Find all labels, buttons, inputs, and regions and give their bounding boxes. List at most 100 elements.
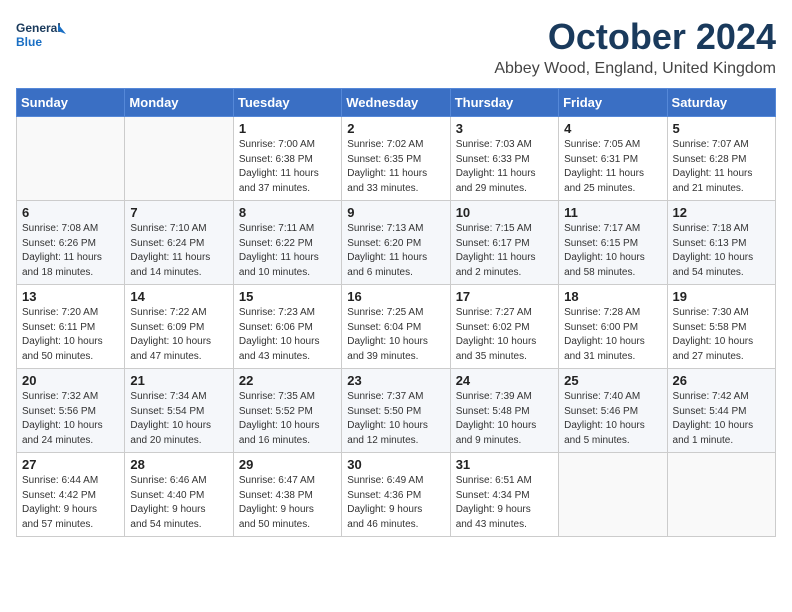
calendar-cell: 23 Sunrise: 7:37 AM Sunset: 5:50 PM Dayli… xyxy=(342,369,450,453)
calendar-cell: 22 Sunrise: 7:35 AM Sunset: 5:52 PM Dayli… xyxy=(233,369,341,453)
day-number: 2 xyxy=(347,121,444,136)
day-info: Sunrise: 7:02 AM Sunset: 6:35 PM Dayligh… xyxy=(347,138,444,196)
day-info: Sunrise: 7:10 AM Sunset: 6:24 PM Dayligh… xyxy=(130,222,227,280)
day-info: Sunrise: 7:27 AM Sunset: 6:02 PM Dayligh… xyxy=(456,306,553,364)
day-number: 23 xyxy=(347,373,444,388)
day-info: Sunrise: 6:49 AM Sunset: 4:36 PM Dayligh… xyxy=(347,474,444,532)
page-title: October 2024 xyxy=(494,16,776,58)
day-number: 4 xyxy=(564,121,661,136)
day-number: 22 xyxy=(239,373,336,388)
page-header: General Blue October 2024 Abbey Wood, En… xyxy=(16,16,776,78)
day-info: Sunrise: 7:07 AM Sunset: 6:28 PM Dayligh… xyxy=(673,138,770,196)
day-number: 30 xyxy=(347,457,444,472)
day-info: Sunrise: 7:40 AM Sunset: 5:46 PM Dayligh… xyxy=(564,390,661,448)
calendar-cell: 5Sunrise: 7:07 AM Sunset: 6:28 PM Daylig… xyxy=(667,117,775,201)
calendar-cell: 12 Sunrise: 7:18 AM Sunset: 6:13 PM Dayli… xyxy=(667,201,775,285)
day-info: Sunrise: 7:37 AM Sunset: 5:50 PM Dayligh… xyxy=(347,390,444,448)
calendar-cell: 21 Sunrise: 7:34 AM Sunset: 5:54 PM Dayli… xyxy=(125,369,233,453)
calendar-cell xyxy=(559,453,667,537)
day-info: Sunrise: 7:34 AM Sunset: 5:54 PM Dayligh… xyxy=(130,390,227,448)
calendar-header-row: SundayMondayTuesdayWednesdayThursdayFrid… xyxy=(17,89,776,117)
day-number: 1 xyxy=(239,121,336,136)
svg-text:General: General xyxy=(16,21,61,35)
day-info: Sunrise: 6:46 AM Sunset: 4:40 PM Dayligh… xyxy=(130,474,227,532)
day-number: 11 xyxy=(564,205,661,220)
day-number: 9 xyxy=(347,205,444,220)
day-info: Sunrise: 6:47 AM Sunset: 4:38 PM Dayligh… xyxy=(239,474,336,532)
calendar-cell: 28 Sunrise: 6:46 AM Sunset: 4:40 PM Dayli… xyxy=(125,453,233,537)
calendar-cell: 10 Sunrise: 7:15 AM Sunset: 6:17 PM Dayli… xyxy=(450,201,558,285)
day-info: Sunrise: 7:03 AM Sunset: 6:33 PM Dayligh… xyxy=(456,138,553,196)
day-number: 31 xyxy=(456,457,553,472)
calendar-cell: 19Sunrise: 7:30 AM Sunset: 5:58 PM Dayli… xyxy=(667,285,775,369)
day-info: Sunrise: 7:15 AM Sunset: 6:17 PM Dayligh… xyxy=(456,222,553,280)
calendar-table: SundayMondayTuesdayWednesdayThursdayFrid… xyxy=(16,88,776,537)
day-number: 12 xyxy=(673,205,770,220)
calendar-cell: 6 Sunrise: 7:08 AM Sunset: 6:26 PM Daylig… xyxy=(17,201,125,285)
day-info: Sunrise: 7:23 AM Sunset: 6:06 PM Dayligh… xyxy=(239,306,336,364)
calendar-cell: 25 Sunrise: 7:40 AM Sunset: 5:46 PM Dayli… xyxy=(559,369,667,453)
day-info: Sunrise: 7:28 AM Sunset: 6:00 PM Dayligh… xyxy=(564,306,661,364)
calendar-cell: 17Sunrise: 7:27 AM Sunset: 6:02 PM Dayli… xyxy=(450,285,558,369)
calendar-cell: 2 Sunrise: 7:02 AM Sunset: 6:35 PM Daylig… xyxy=(342,117,450,201)
calendar-day-header: Monday xyxy=(125,89,233,117)
calendar-cell: 30 Sunrise: 6:49 AM Sunset: 4:36 PM Dayli… xyxy=(342,453,450,537)
day-number: 25 xyxy=(564,373,661,388)
day-info: Sunrise: 7:22 AM Sunset: 6:09 PM Dayligh… xyxy=(130,306,227,364)
day-info: Sunrise: 7:30 AM Sunset: 5:58 PM Dayligh… xyxy=(673,306,770,364)
calendar-cell: 24Sunrise: 7:39 AM Sunset: 5:48 PM Dayli… xyxy=(450,369,558,453)
calendar-cell: 31 Sunrise: 6:51 AM Sunset: 4:34 PM Dayli… xyxy=(450,453,558,537)
calendar-cell xyxy=(667,453,775,537)
calendar-cell: 8 Sunrise: 7:11 AM Sunset: 6:22 PM Daylig… xyxy=(233,201,341,285)
day-number: 18 xyxy=(564,289,661,304)
day-info: Sunrise: 7:17 AM Sunset: 6:15 PM Dayligh… xyxy=(564,222,661,280)
day-number: 28 xyxy=(130,457,227,472)
calendar-cell: 27Sunrise: 6:44 AM Sunset: 4:42 PM Dayli… xyxy=(17,453,125,537)
calendar-week-row: 20Sunrise: 7:32 AM Sunset: 5:56 PM Dayli… xyxy=(17,369,776,453)
calendar-cell: 7 Sunrise: 7:10 AM Sunset: 6:24 PM Daylig… xyxy=(125,201,233,285)
day-number: 16 xyxy=(347,289,444,304)
day-number: 10 xyxy=(456,205,553,220)
day-info: Sunrise: 6:51 AM Sunset: 4:34 PM Dayligh… xyxy=(456,474,553,532)
title-block: October 2024 Abbey Wood, England, United… xyxy=(494,16,776,78)
calendar-cell: 15 Sunrise: 7:23 AM Sunset: 6:06 PM Dayli… xyxy=(233,285,341,369)
day-number: 3 xyxy=(456,121,553,136)
calendar-week-row: 27Sunrise: 6:44 AM Sunset: 4:42 PM Dayli… xyxy=(17,453,776,537)
calendar-cell: 18 Sunrise: 7:28 AM Sunset: 6:00 PM Dayli… xyxy=(559,285,667,369)
page-subtitle: Abbey Wood, England, United Kingdom xyxy=(494,60,776,78)
calendar-day-header: Saturday xyxy=(667,89,775,117)
calendar-cell: 11 Sunrise: 7:17 AM Sunset: 6:15 PM Dayli… xyxy=(559,201,667,285)
day-info: Sunrise: 7:00 AM Sunset: 6:38 PM Dayligh… xyxy=(239,138,336,196)
day-info: Sunrise: 7:25 AM Sunset: 6:04 PM Dayligh… xyxy=(347,306,444,364)
day-info: Sunrise: 7:11 AM Sunset: 6:22 PM Dayligh… xyxy=(239,222,336,280)
day-number: 24 xyxy=(456,373,553,388)
calendar-cell: 20Sunrise: 7:32 AM Sunset: 5:56 PM Dayli… xyxy=(17,369,125,453)
day-number: 7 xyxy=(130,205,227,220)
calendar-cell: 26 Sunrise: 7:42 AM Sunset: 5:44 PM Dayli… xyxy=(667,369,775,453)
day-number: 26 xyxy=(673,373,770,388)
calendar-cell: 3 Sunrise: 7:03 AM Sunset: 6:33 PM Daylig… xyxy=(450,117,558,201)
day-info: Sunrise: 7:05 AM Sunset: 6:31 PM Dayligh… xyxy=(564,138,661,196)
calendar-day-header: Friday xyxy=(559,89,667,117)
day-number: 21 xyxy=(130,373,227,388)
day-info: Sunrise: 7:42 AM Sunset: 5:44 PM Dayligh… xyxy=(673,390,770,448)
day-info: Sunrise: 7:08 AM Sunset: 6:26 PM Dayligh… xyxy=(22,222,119,280)
day-info: Sunrise: 7:18 AM Sunset: 6:13 PM Dayligh… xyxy=(673,222,770,280)
calendar-day-header: Wednesday xyxy=(342,89,450,117)
calendar-cell xyxy=(17,117,125,201)
day-number: 29 xyxy=(239,457,336,472)
calendar-cell xyxy=(125,117,233,201)
day-number: 15 xyxy=(239,289,336,304)
svg-text:Blue: Blue xyxy=(16,35,42,49)
day-info: Sunrise: 7:35 AM Sunset: 5:52 PM Dayligh… xyxy=(239,390,336,448)
day-number: 6 xyxy=(22,205,119,220)
calendar-cell: 13Sunrise: 7:20 AM Sunset: 6:11 PM Dayli… xyxy=(17,285,125,369)
day-number: 8 xyxy=(239,205,336,220)
logo: General Blue xyxy=(16,16,66,56)
calendar-day-header: Tuesday xyxy=(233,89,341,117)
calendar-cell: 14Sunrise: 7:22 AM Sunset: 6:09 PM Dayli… xyxy=(125,285,233,369)
day-info: Sunrise: 7:20 AM Sunset: 6:11 PM Dayligh… xyxy=(22,306,119,364)
calendar-cell: 9Sunrise: 7:13 AM Sunset: 6:20 PM Daylig… xyxy=(342,201,450,285)
calendar-cell: 1 Sunrise: 7:00 AM Sunset: 6:38 PM Daylig… xyxy=(233,117,341,201)
calendar-cell: 29 Sunrise: 6:47 AM Sunset: 4:38 PM Dayli… xyxy=(233,453,341,537)
